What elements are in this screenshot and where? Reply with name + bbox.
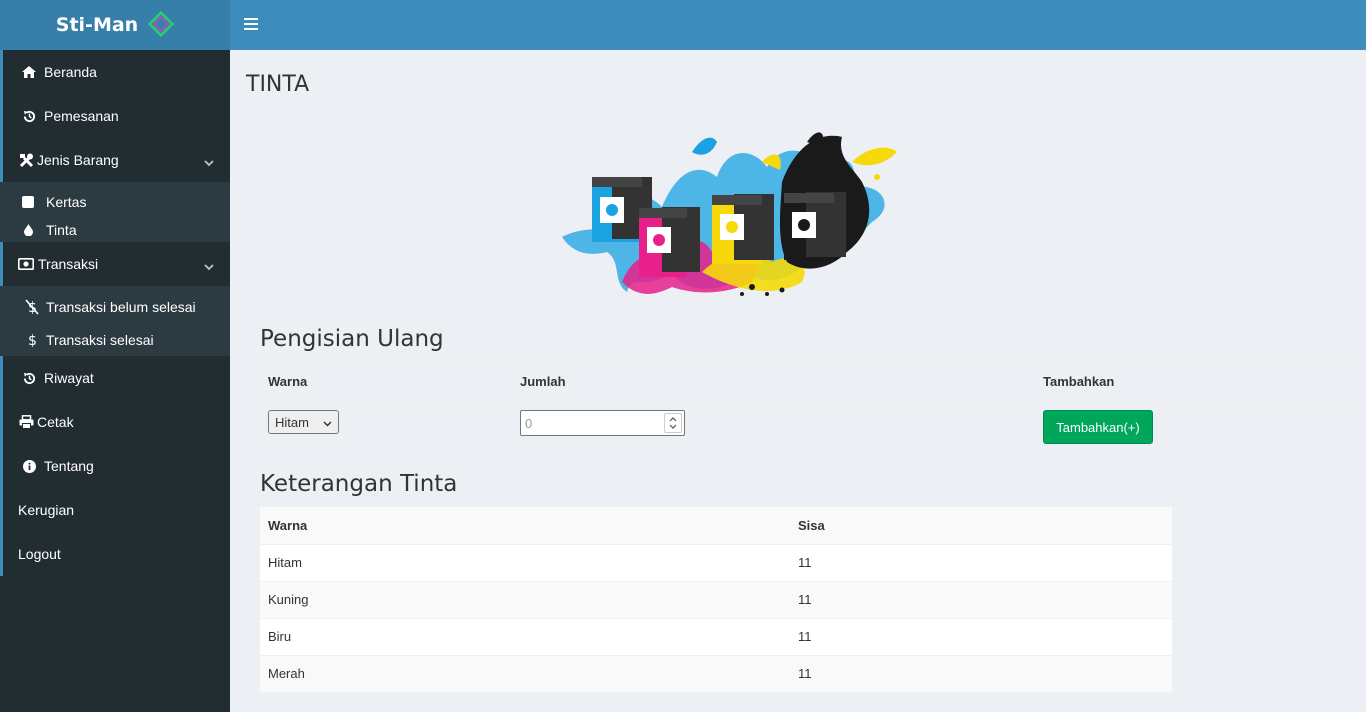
- sidebar-item-riwayat[interactable]: Riwayat: [0, 356, 230, 400]
- submenu-jenis-barang: Kertas Tinta: [0, 182, 230, 242]
- cell-sisa: 11: [790, 580, 1172, 618]
- refill-table-header: Warna Jumlah Tambahkan: [260, 362, 1366, 401]
- refill-col-jumlah: Jumlah: [520, 374, 566, 389]
- main-content: TINTA Pengisian Ulang Warna Jumlah Tamba…: [230, 50, 1366, 712]
- sidebar-item-transaksi-belum-selesai[interactable]: $ Transaksi belum selesai: [0, 290, 230, 324]
- chevron-down-icon: [323, 415, 332, 430]
- print-icon: [18, 414, 34, 430]
- table-row: Biru 11: [260, 617, 1172, 655]
- dollar-slash-icon: $: [24, 299, 40, 315]
- cell-sisa: 11: [790, 654, 1172, 692]
- quantity-input[interactable]: 0: [520, 410, 685, 436]
- refill-form: Warna Jumlah Tambahkan Hitam 0 Tambahkan…: [260, 362, 1366, 451]
- sidebar-item-label: Transaksi: [38, 256, 99, 272]
- refill-col-warna: Warna: [268, 374, 308, 389]
- ink-cartridges-image: [552, 122, 902, 302]
- top-navbar: [230, 0, 1366, 50]
- sidebar-item-label: Riwayat: [44, 370, 94, 386]
- sidebar-item-kertas[interactable]: Kertas: [0, 188, 230, 216]
- hamburger-icon[interactable]: [244, 18, 258, 31]
- cell-sisa: 11: [790, 543, 1172, 581]
- cell-warna: Kuning: [260, 580, 790, 618]
- history-icon: [21, 108, 37, 124]
- cell-warna: Hitam: [260, 543, 790, 581]
- chevron-down-icon: [204, 258, 214, 274]
- square-icon: [20, 194, 36, 210]
- sidebar-item-pemesanan[interactable]: Pemesanan: [0, 94, 230, 138]
- tools-icon: [18, 152, 34, 168]
- dollar-icon: $: [24, 332, 40, 348]
- history-icon: [21, 370, 37, 386]
- table-row: Kuning 11: [260, 580, 1172, 618]
- stepper-up-icon[interactable]: [669, 417, 677, 422]
- sidebar-item-logout[interactable]: Logout: [0, 532, 230, 576]
- sidebar-item-label: Kerugian: [18, 502, 75, 518]
- sidebar-item-jenis-barang[interactable]: Jenis Barang: [0, 138, 230, 182]
- table-header-row: Warna Sisa: [260, 507, 1172, 544]
- sidebar-item-label: Cetak: [37, 414, 74, 430]
- info-icon: [21, 458, 37, 474]
- col-sisa: Sisa: [790, 507, 1172, 544]
- quantity-stepper[interactable]: [664, 413, 682, 433]
- sidebar-item-label: Tentang: [44, 458, 94, 474]
- sidebar-item-label: Pemesanan: [44, 108, 119, 124]
- submenu-transaksi: $ Transaksi belum selesai $ Transaksi se…: [0, 286, 230, 356]
- sidebar-item-label: Transaksi belum selesai: [46, 299, 196, 315]
- refill-col-tambahkan: Tambahkan: [1043, 374, 1115, 389]
- stepper-down-icon[interactable]: [669, 424, 677, 429]
- svg-text:$: $: [28, 333, 37, 348]
- sidebar-item-cetak[interactable]: Cetak: [0, 400, 230, 444]
- tint-icon: [20, 222, 36, 238]
- color-select[interactable]: Hitam: [268, 410, 339, 434]
- sidebar-item-label: Transaksi selesai: [46, 332, 154, 348]
- cell-warna: Merah: [260, 654, 790, 692]
- sidebar-item-label: Logout: [18, 546, 61, 562]
- sidebar-item-tentang[interactable]: Tentang: [0, 444, 230, 488]
- sidebar-item-label: Kertas: [46, 194, 87, 210]
- table-row: Hitam 11: [260, 543, 1172, 581]
- cell-warna: Biru: [260, 617, 790, 655]
- app-logo[interactable]: Sti-Man: [0, 0, 230, 50]
- sidebar-item-kerugian[interactable]: Kerugian: [0, 488, 230, 532]
- sidebar: Beranda Pemesanan Jenis Barang Kertas Ti…: [0, 50, 230, 712]
- sidebar-item-transaksi-selesai[interactable]: $ Transaksi selesai: [0, 324, 230, 356]
- app-name: Sti-Man: [55, 14, 139, 36]
- quantity-placeholder: 0: [525, 415, 533, 431]
- ink-info-table: Warna Sisa Hitam 11 Kuning 11 Biru 11 Me…: [260, 507, 1172, 692]
- page-title: TINTA: [246, 72, 310, 97]
- col-warna: Warna: [260, 507, 790, 544]
- table-row: Merah 11: [260, 654, 1172, 692]
- sidebar-item-label: Beranda: [44, 64, 97, 80]
- add-ink-button[interactable]: Tambahkan(+): [1043, 410, 1153, 444]
- chevron-down-icon: [204, 154, 214, 170]
- cell-sisa: 11: [790, 617, 1172, 655]
- ink-info-title: Keterangan Tinta: [260, 471, 458, 497]
- refill-row: Hitam 0 Tambahkan(+): [260, 401, 1366, 451]
- sidebar-item-beranda[interactable]: Beranda: [0, 50, 230, 94]
- home-icon: [21, 64, 37, 80]
- money-icon: [18, 256, 34, 272]
- sidebar-item-transaksi[interactable]: Transaksi: [0, 242, 230, 286]
- sidebar-item-tinta[interactable]: Tinta: [0, 216, 230, 244]
- diamond-logo-icon: [148, 10, 175, 40]
- sidebar-item-label: Jenis Barang: [37, 152, 119, 168]
- sidebar-item-label: Tinta: [46, 222, 77, 238]
- refill-section-title: Pengisian Ulang: [260, 326, 444, 352]
- color-select-value: Hitam: [275, 414, 309, 430]
